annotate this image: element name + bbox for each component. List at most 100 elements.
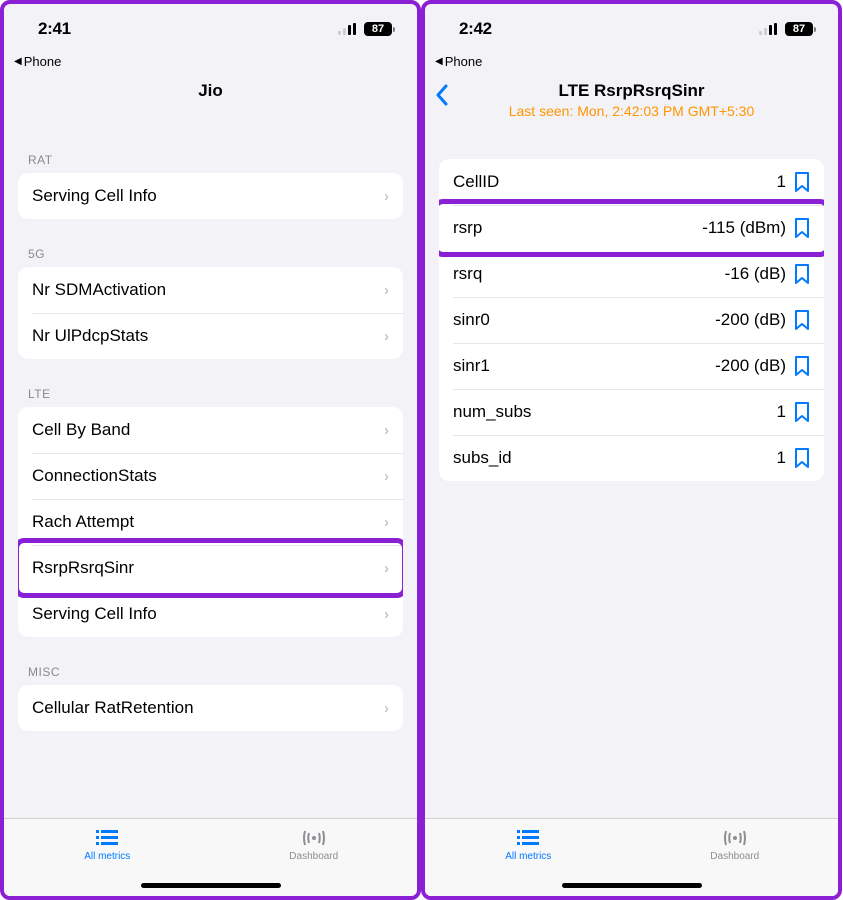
caret-left-icon: ◀ xyxy=(14,56,22,67)
bookmark-icon[interactable] xyxy=(794,264,810,284)
section-header: MISC xyxy=(18,637,403,685)
bookmark-icon[interactable] xyxy=(794,172,810,192)
list-item-label: Nr SDMActivation xyxy=(32,280,384,300)
bookmark-icon[interactable] xyxy=(794,310,810,330)
page-header: Jio xyxy=(4,73,417,111)
metric-label: sinr0 xyxy=(453,310,715,330)
section-header: LTE xyxy=(18,359,403,407)
chevron-left-icon xyxy=(435,84,449,106)
metric-value: 1 xyxy=(777,402,786,422)
breadcrumb-label: Phone xyxy=(24,54,62,69)
status-bar: 2:41 87 xyxy=(4,4,417,54)
bookmark-icon[interactable] xyxy=(794,218,810,238)
signal-icon xyxy=(759,23,779,35)
tab-label: All metrics xyxy=(505,851,551,862)
chevron-right-icon: › xyxy=(384,422,389,439)
page-title: LTE RsrpRsrqSinr xyxy=(558,81,704,101)
phone-left: 2:41 87 ◀ Phone Jio RATServing Cell Info… xyxy=(0,0,421,900)
list-item[interactable]: Serving Cell Info› xyxy=(18,173,403,219)
list-icon xyxy=(515,827,541,849)
list-item-label: Serving Cell Info xyxy=(32,186,384,206)
breadcrumb[interactable]: ◀ Phone xyxy=(4,54,417,73)
list-item[interactable]: Nr SDMActivation› xyxy=(18,267,403,313)
chevron-right-icon: › xyxy=(384,282,389,299)
metric-row[interactable]: subs_id1 xyxy=(439,435,824,481)
metric-label: rsrp xyxy=(453,218,702,238)
bookmark-icon[interactable] xyxy=(794,356,810,376)
list-item-label: Cell By Band xyxy=(32,420,384,440)
page-subtitle: Last seen: Mon, 2:42:03 PM GMT+5:30 xyxy=(509,103,755,119)
tab-label: Dashboard xyxy=(289,851,338,862)
list-item[interactable]: RsrpRsrqSinr› xyxy=(18,545,403,591)
list-item-label: Rach Attempt xyxy=(32,512,384,532)
metric-row[interactable]: rsrq-16 (dB) xyxy=(439,251,824,297)
metric-row[interactable]: sinr0-200 (dB) xyxy=(439,297,824,343)
tab-label: Dashboard xyxy=(710,851,759,862)
chevron-right-icon: › xyxy=(384,468,389,485)
list-item-label: Nr UlPdcpStats xyxy=(32,326,384,346)
status-icons: 87 xyxy=(759,22,816,36)
status-bar: 2:42 87 xyxy=(425,4,838,54)
metric-value: 1 xyxy=(777,172,786,192)
metric-label: sinr1 xyxy=(453,356,715,376)
metric-value: 1 xyxy=(777,448,786,468)
metric-label: subs_id xyxy=(453,448,777,468)
metric-label: rsrq xyxy=(453,264,725,284)
chevron-right-icon: › xyxy=(384,700,389,717)
section-header: RAT xyxy=(18,111,403,173)
metric-value: -115 (dBm) xyxy=(702,218,786,238)
metric-row[interactable]: CellID1 xyxy=(439,159,824,205)
breadcrumb[interactable]: ◀ Phone xyxy=(425,54,838,73)
metric-row[interactable]: num_subs1 xyxy=(439,389,824,435)
status-time: 2:41 xyxy=(38,19,71,39)
chevron-right-icon: › xyxy=(384,514,389,531)
list-item[interactable]: Rach Attempt› xyxy=(18,499,403,545)
list-item-label: ConnectionStats xyxy=(32,466,384,486)
home-indicator[interactable] xyxy=(141,883,281,888)
status-time: 2:42 xyxy=(459,19,492,39)
page-header: LTE RsrpRsrqSinr Last seen: Mon, 2:42:03… xyxy=(425,73,838,129)
metric-label: CellID xyxy=(453,172,777,192)
phone-right: 2:42 87 ◀ Phone LTE RsrpRsrqSinr Last se… xyxy=(421,0,842,900)
list-item[interactable]: Serving Cell Info› xyxy=(18,591,403,637)
antenna-icon xyxy=(301,827,327,849)
content: CellID1rsrp-115 (dBm)rsrq-16 (dB)sinr0-2… xyxy=(425,129,838,818)
status-icons: 87 xyxy=(338,22,395,36)
list-item[interactable]: Cellular RatRetention› xyxy=(18,685,403,731)
list-item[interactable]: Nr UlPdcpStats› xyxy=(18,313,403,359)
metric-value: -200 (dB) xyxy=(715,310,786,330)
bookmark-icon[interactable] xyxy=(794,402,810,422)
list-item[interactable]: ConnectionStats› xyxy=(18,453,403,499)
list-item-label: RsrpRsrqSinr xyxy=(32,558,384,578)
chevron-right-icon: › xyxy=(384,188,389,205)
section-card: Cellular RatRetention› xyxy=(18,685,403,731)
section-card: Nr SDMActivation›Nr UlPdcpStats› xyxy=(18,267,403,359)
metrics-card: CellID1rsrp-115 (dBm)rsrq-16 (dB)sinr0-2… xyxy=(439,159,824,481)
section-card: Serving Cell Info› xyxy=(18,173,403,219)
battery-icon: 87 xyxy=(364,22,395,36)
section-card: Cell By Band›ConnectionStats›Rach Attemp… xyxy=(18,407,403,637)
metric-label: num_subs xyxy=(453,402,777,422)
list-item-label: Cellular RatRetention xyxy=(32,698,384,718)
metric-value: -16 (dB) xyxy=(725,264,786,284)
tab-label: All metrics xyxy=(84,851,130,862)
back-button[interactable] xyxy=(435,81,459,109)
list-icon xyxy=(94,827,120,849)
metric-value: -200 (dB) xyxy=(715,356,786,376)
antenna-icon xyxy=(722,827,748,849)
chevron-right-icon: › xyxy=(384,606,389,623)
chevron-right-icon: › xyxy=(384,560,389,577)
caret-left-icon: ◀ xyxy=(435,56,443,67)
bookmark-icon[interactable] xyxy=(794,448,810,468)
breadcrumb-label: Phone xyxy=(445,54,483,69)
page-title: Jio xyxy=(198,81,223,101)
metric-row[interactable]: rsrp-115 (dBm) xyxy=(439,205,824,251)
metric-row[interactable]: sinr1-200 (dB) xyxy=(439,343,824,389)
chevron-right-icon: › xyxy=(384,328,389,345)
battery-icon: 87 xyxy=(785,22,816,36)
section-header: 5G xyxy=(18,219,403,267)
signal-icon xyxy=(338,23,358,35)
list-item[interactable]: Cell By Band› xyxy=(18,407,403,453)
home-indicator[interactable] xyxy=(562,883,702,888)
content: RATServing Cell Info›5GNr SDMActivation›… xyxy=(4,111,417,818)
